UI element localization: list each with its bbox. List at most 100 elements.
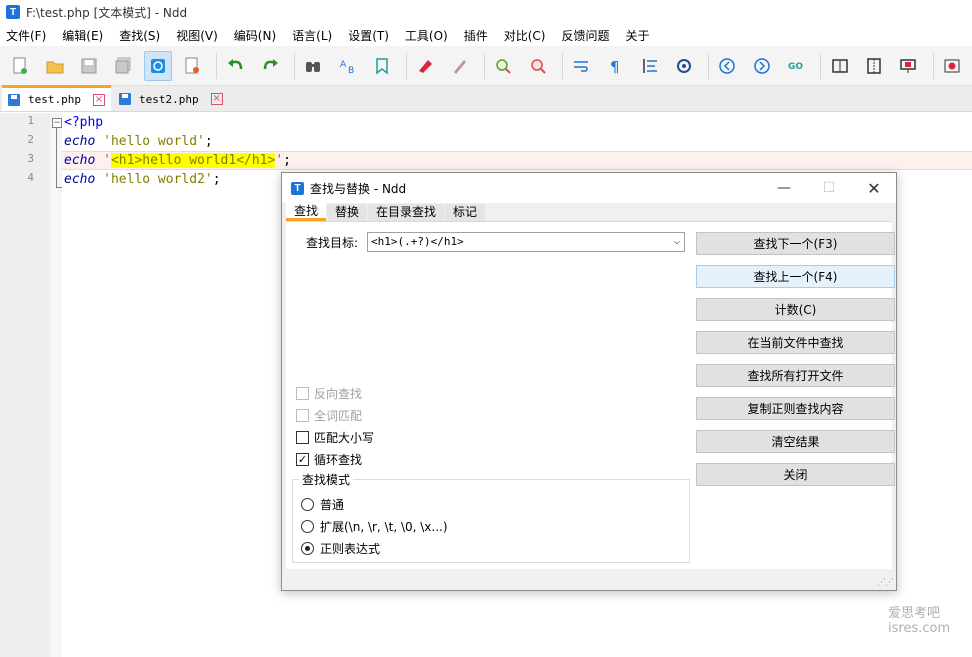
- dialog-tabs: 查找 替换 在目录查找 标记: [286, 203, 486, 221]
- tab-mark[interactable]: 标记: [445, 204, 486, 221]
- menu-compare[interactable]: 对比(C): [504, 27, 546, 44]
- wrap-around-checkbox[interactable]: ✓: [296, 453, 309, 466]
- match-case-option[interactable]: 匹配大小写: [296, 429, 374, 446]
- code-line-2: echo 'hello world';: [64, 132, 213, 151]
- mode-regex-radio[interactable]: [301, 542, 314, 555]
- file-tab-bar: test.php × test2.php ×: [0, 85, 972, 112]
- find-target-combobox[interactable]: <h1>(.+?)</h1> ⌵: [367, 232, 685, 252]
- close-file-icon[interactable]: [178, 51, 206, 81]
- split-view-icon[interactable]: [860, 51, 888, 81]
- goto-line-icon[interactable]: GO: [782, 51, 810, 81]
- record-icon[interactable]: [938, 51, 966, 81]
- toolbar-separator: [216, 52, 218, 79]
- count-button[interactable]: 计数(C): [696, 298, 895, 321]
- window-title: F:\test.php [文本模式] - Ndd: [26, 5, 188, 20]
- watermark-line-1: 爱思考吧: [888, 606, 941, 621]
- mode-regex-option[interactable]: 正则表达式: [301, 540, 380, 557]
- reverse-search-label: 反向查找: [314, 387, 363, 401]
- replace-icon[interactable]: AB: [334, 51, 362, 81]
- display-icon[interactable]: [894, 51, 922, 81]
- zoom-in-icon[interactable]: [489, 51, 517, 81]
- minimize-icon[interactable]: —: [770, 177, 798, 199]
- save-icon[interactable]: [75, 51, 103, 81]
- tab-find-in-dir[interactable]: 在目录查找: [368, 204, 445, 221]
- reverse-search-option[interactable]: 反向查找: [296, 385, 362, 402]
- monitor-icon[interactable]: [670, 51, 698, 81]
- find-prev-button[interactable]: 查找上一个(F4): [696, 265, 895, 288]
- string-quote: ': [275, 153, 284, 168]
- save-icon: [118, 93, 131, 105]
- indent-guide-icon[interactable]: [636, 51, 664, 81]
- menu-search[interactable]: 查找(S): [119, 27, 160, 44]
- find-binoculars-icon[interactable]: [299, 51, 327, 81]
- semicolon: ;: [212, 172, 221, 187]
- tab-test-php[interactable]: test.php ×: [2, 85, 111, 111]
- prev-icon[interactable]: [713, 51, 741, 81]
- find-target-label: 查找目标:: [306, 236, 359, 250]
- mode-normal-radio[interactable]: [301, 498, 314, 511]
- open-folder-icon[interactable]: [40, 51, 68, 81]
- menu-file[interactable]: 文件(F): [6, 27, 46, 44]
- file-sync-icon[interactable]: [143, 50, 173, 81]
- maximize-icon[interactable]: ☐: [815, 177, 843, 199]
- menu-settings[interactable]: 设置(T): [348, 27, 389, 44]
- compare-icon[interactable]: [825, 51, 853, 81]
- find-in-current-button[interactable]: 在当前文件中查找: [696, 331, 895, 354]
- string-quote: ': [103, 153, 111, 168]
- close-button[interactable]: 关闭: [696, 463, 895, 486]
- svg-text:GO: GO: [788, 62, 803, 72]
- string-literal: 'hello world': [103, 134, 205, 149]
- redo-icon[interactable]: [256, 51, 284, 81]
- zoom-out-icon[interactable]: [523, 51, 551, 81]
- wrap-around-option[interactable]: ✓ 循环查找: [296, 451, 362, 468]
- resize-grip-icon[interactable]: ⋰⋰: [877, 578, 894, 588]
- tab-replace[interactable]: 替换: [327, 204, 368, 221]
- search-match-highlight: <h1>hello world1</h1>: [110, 153, 276, 168]
- mode-normal-option[interactable]: 普通: [301, 496, 344, 513]
- reverse-search-checkbox[interactable]: [296, 387, 309, 400]
- menu-plugins[interactable]: 插件: [464, 27, 488, 44]
- menu-feedback[interactable]: 反馈问题: [561, 27, 609, 44]
- clear-mark-icon[interactable]: [446, 51, 474, 81]
- menu-view[interactable]: 视图(V): [176, 27, 218, 44]
- menu-encoding[interactable]: 编码(N): [234, 27, 276, 44]
- find-next-button[interactable]: 查找下一个(F3): [696, 232, 895, 255]
- line-number: 2: [27, 133, 34, 146]
- menu-about[interactable]: 关于: [626, 27, 650, 44]
- toolbar-separator: [820, 52, 822, 79]
- whole-word-checkbox[interactable]: [296, 409, 309, 422]
- semicolon: ;: [204, 134, 213, 149]
- clear-results-button[interactable]: 清空结果: [696, 430, 895, 453]
- chevron-down-icon[interactable]: ⌵: [674, 233, 680, 251]
- new-file-icon[interactable]: [6, 51, 34, 81]
- close-icon[interactable]: ×: [210, 93, 223, 105]
- menu-tools[interactable]: 工具(O): [405, 27, 448, 44]
- close-icon[interactable]: ×: [92, 93, 105, 106]
- bookmark-icon[interactable]: [368, 51, 396, 81]
- menu-language[interactable]: 语言(L): [292, 27, 332, 44]
- show-symbols-icon[interactable]: ¶: [601, 51, 629, 81]
- match-case-checkbox[interactable]: [296, 431, 309, 444]
- fold-line: [56, 128, 57, 188]
- tab-find[interactable]: 查找: [286, 203, 327, 221]
- code-line-4: echo 'hello world2';: [64, 170, 221, 189]
- toolbar-separator: [932, 52, 934, 79]
- mode-extended-option[interactable]: 扩展(\n, \r, \t, \0, \x...): [301, 518, 448, 535]
- menu-edit[interactable]: 编辑(E): [62, 27, 103, 44]
- fold-toggle-icon[interactable]: −: [52, 118, 62, 128]
- copy-regex-results-button[interactable]: 复制正则查找内容: [696, 397, 895, 420]
- undo-icon[interactable]: [221, 51, 249, 81]
- dialog-title-bar[interactable]: T 查找与替换 - Ndd — ☐ ✕: [282, 173, 896, 203]
- mode-regex-label: 正则表达式: [320, 542, 381, 556]
- svg-text:B: B: [348, 66, 354, 75]
- whole-word-label: 全词匹配: [314, 409, 363, 423]
- close-icon[interactable]: ✕: [860, 177, 888, 199]
- word-wrap-icon[interactable]: [567, 51, 595, 81]
- mode-extended-radio[interactable]: [301, 520, 314, 533]
- whole-word-option[interactable]: 全词匹配: [296, 407, 362, 424]
- find-in-open-files-button[interactable]: 查找所有打开文件: [696, 364, 895, 387]
- mark-red-icon[interactable]: [411, 51, 439, 81]
- tab-test2-php[interactable]: test2.php ×: [113, 87, 229, 111]
- save-all-icon[interactable]: [109, 51, 137, 81]
- next-icon[interactable]: [748, 51, 776, 81]
